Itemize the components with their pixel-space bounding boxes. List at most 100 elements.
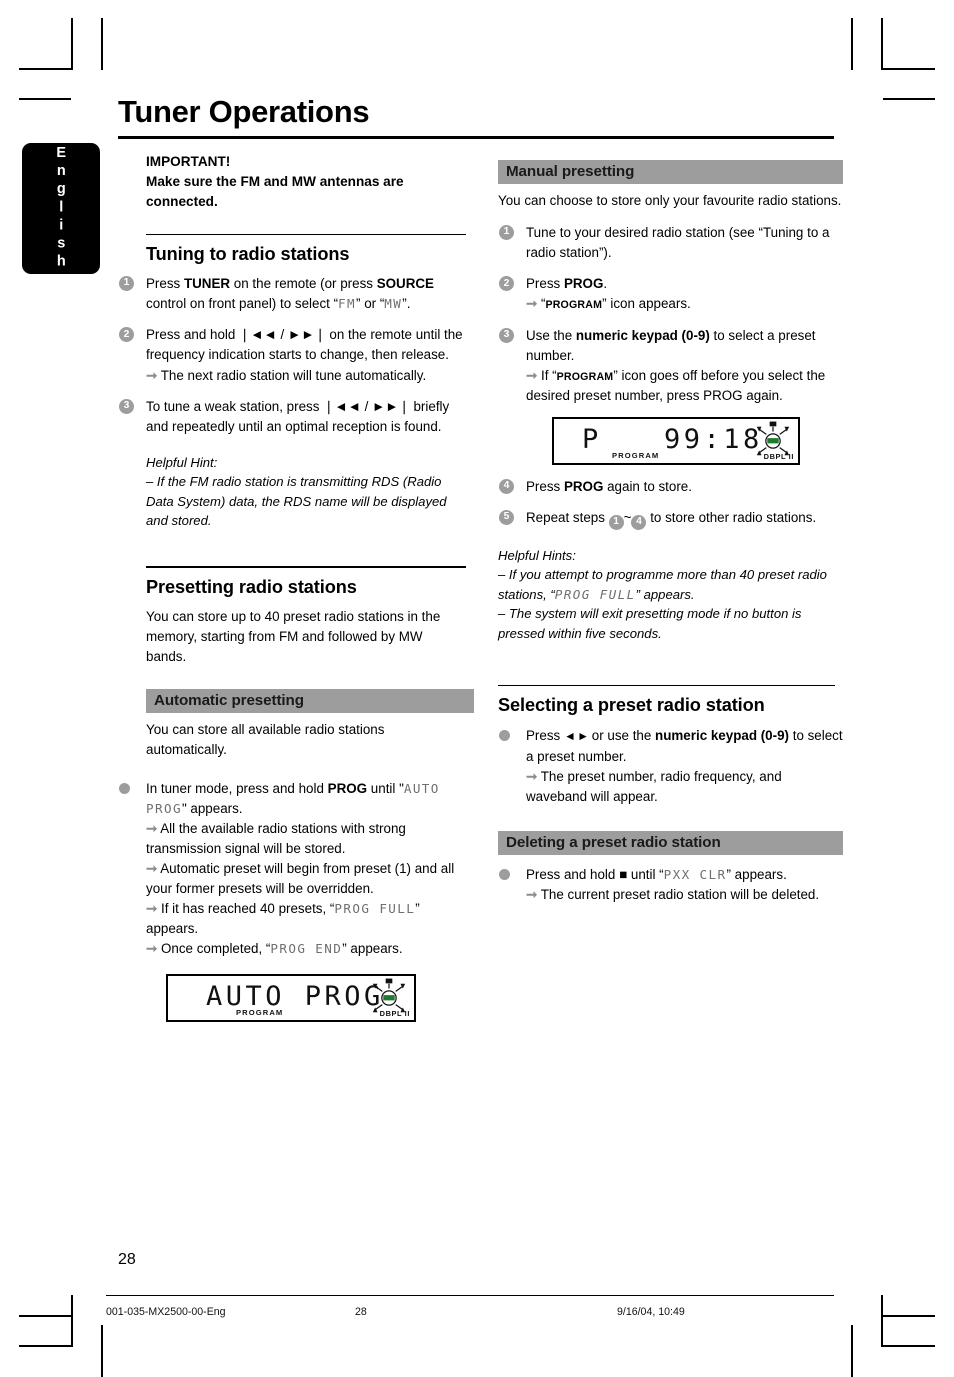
- important-line-2: Make sure the FM and MW antennas are: [146, 173, 404, 189]
- step-number-badge: 1: [499, 225, 514, 241]
- heading-tuning-to-radio-stations: Tuning to radio stations: [146, 244, 350, 265]
- result-text: The current preset radio station will be…: [540, 887, 820, 903]
- step-text-post: ”.: [402, 296, 411, 312]
- bullet-selecting-preset: Press ◄ ► or use the numeric keypad (0-9…: [498, 726, 846, 806]
- crop-mark-top-left-inner: [101, 18, 103, 70]
- step-text-mid1: on the remote (or press: [230, 276, 377, 292]
- bullet-marker-icon: [499, 730, 510, 742]
- crop-mark-bottom-left-v: [71, 1295, 73, 1347]
- crop-mark-top-right-inner: [851, 18, 853, 70]
- bold-numeric-keypad: numeric keypad (0-9): [655, 728, 789, 744]
- crop-mark-bottom-left-inner-h: [19, 1315, 71, 1317]
- result-arrow-icon: ➞: [526, 887, 538, 903]
- bullet-text: In tuner mode, press and hold PROG until…: [146, 781, 454, 957]
- step-tuning-1: 1 Press TUNER on the remote (or press SO…: [118, 274, 466, 314]
- result-arrow-icon: ➞: [146, 820, 158, 836]
- footer-page-number: 28: [355, 1306, 367, 1318]
- manual-page: English Tuner Operations IMPORTANT! Make…: [0, 0, 954, 1377]
- result-arrow-icon: ➞: [146, 860, 158, 876]
- result-text: ” icon appears.: [602, 296, 691, 312]
- bar-heading-manual-presetting: Manual presetting: [498, 160, 843, 184]
- bullet-automatic-preset: In tuner mode, press and hold PROG until…: [118, 779, 466, 960]
- dolby-prologic-label: DBPL II: [379, 1008, 410, 1018]
- crop-mark-top-left-inner-h: [19, 98, 71, 100]
- result-quote-open: If “: [540, 367, 557, 383]
- result-text-2: Automatic preset will begin from preset …: [146, 860, 455, 897]
- hint-1-post: ” appears.: [635, 586, 695, 602]
- hint-title: Helpful Hint:: [146, 454, 218, 470]
- tuning-section-divider: [146, 233, 466, 236]
- bold-prog: PROG: [563, 478, 604, 494]
- important-line-1: IMPORTANT!: [146, 154, 231, 169]
- inline-step-ref-tilde: ~: [623, 510, 632, 526]
- step-text: To tune a weak station, press ❘◄◄ / ►►❘ …: [146, 398, 450, 434]
- result-text-4-post: ” appears.: [342, 941, 403, 957]
- left-column: IMPORTANT! Make sure the FM and MW anten…: [118, 152, 474, 1022]
- lcd-text-prog-end: PROG END: [270, 941, 343, 957]
- lcd-display-figure-auto-prog: AUTO PROG PROGRAM DBPL II: [166, 973, 416, 1022]
- program-icon-label: PROGRAM: [545, 299, 603, 312]
- step-text-pre: Use the: [526, 327, 576, 343]
- result-arrow-icon: ➞: [146, 941, 158, 957]
- result-text: The preset number, radio frequency, and …: [526, 768, 782, 804]
- step-number-badge: 3: [119, 398, 134, 414]
- crop-mark-top-right-inner-h: [883, 98, 935, 100]
- stop-button-icon: ■: [619, 866, 628, 882]
- crop-mark-bottom-right-inner-h: [883, 1315, 935, 1317]
- bar-heading-automatic-presetting: Automatic presetting: [146, 689, 474, 714]
- lcd-display-figure-preset: P 99:18 PROGRAM DBPL II: [552, 416, 800, 465]
- page-number: 28: [118, 1251, 136, 1268]
- step-text: Repeat steps 1 ~4 to store other radio st…: [526, 510, 816, 530]
- step-manual-5: 5 Repeat steps 1 ~4 to store other radio …: [498, 508, 846, 530]
- step-text-pre: Repeat steps: [526, 510, 609, 526]
- heading-presetting-radio-stations: Presetting radio stations: [146, 576, 357, 597]
- language-tab: English: [22, 143, 100, 274]
- result-text-3-pre: If it has reached 40 presets, “: [160, 901, 335, 917]
- crop-mark-top-right-h: [883, 68, 935, 70]
- title-divider: [118, 136, 834, 139]
- crop-mark-top-left-h: [19, 68, 71, 70]
- result-text-1: All the available radio stations with st…: [146, 820, 406, 856]
- bullet-text-post: ” appears.: [726, 866, 787, 882]
- step-number-badge: 2: [499, 276, 514, 292]
- bullet-text-pre: In tuner mode, press and hold: [146, 780, 328, 796]
- crop-mark-bottom-right-h: [883, 1345, 935, 1347]
- bullet-deleting-preset: Press and hold ■ until “PXX CLR” appears…: [498, 865, 846, 905]
- step-text: Use the numeric keypad (0-9) to select a…: [526, 328, 825, 403]
- step-tuning-2: 2 Press and hold ❘◄◄ / ►►❘ on the remote…: [118, 325, 466, 385]
- step-manual-4: 4 Press PROG again to store.: [498, 477, 846, 497]
- footer-timestamp: 9/16/04, 10:49: [617, 1306, 685, 1318]
- step-text: Press TUNER on the remote (or press SOUR…: [146, 276, 434, 311]
- bold-numeric-keypad: numeric keypad (0-9): [575, 327, 710, 343]
- lcd-text-mw: MW: [384, 296, 403, 312]
- bullet-text-post: " appears.: [181, 800, 243, 816]
- program-icon-label: PROGRAM: [556, 370, 614, 383]
- hint-body: – If the FM radio station is transmittin…: [146, 474, 447, 529]
- step-manual-2: 2 Press PROG. ➞ “PROGRAM” icon appears.: [498, 274, 846, 314]
- step-result-text: The next radio station will tune automat…: [160, 367, 427, 383]
- step-number-badge: 3: [499, 327, 514, 343]
- crop-mark-bottom-left-h: [19, 1345, 71, 1347]
- dolby-prologic-label: DBPL II: [763, 451, 794, 461]
- step-number-badge: 4: [499, 478, 514, 494]
- hints-title: Helpful Hints:: [498, 547, 576, 563]
- bullet-text-mid: until ": [367, 780, 404, 796]
- bold-source: SOURCE: [376, 276, 434, 292]
- bullet-text-pre: Press: [526, 728, 564, 744]
- step-number-badge: 1: [119, 276, 134, 292]
- manual-body-text: You can choose to store only your favour…: [498, 193, 842, 208]
- lcd-program-indicator-label: PROGRAM: [612, 450, 660, 460]
- step-text: Press PROG again to store.: [526, 479, 692, 494]
- bullet-text-mid: or use the: [588, 728, 656, 744]
- step-text-mid3: ” or “: [356, 296, 385, 312]
- lcd-segment-text: AUTO PROG: [206, 980, 384, 1012]
- bold-prog: PROG: [327, 780, 368, 796]
- result-arrow-icon: ➞: [146, 367, 158, 383]
- step-text-post: again to store.: [603, 478, 692, 494]
- presetting-body-text: You can store up to 40 preset radio stat…: [146, 608, 441, 665]
- nav-left-right-icon: ◄ ►: [563, 729, 589, 744]
- bar-heading-deleting-preset-radio-station: Deleting a preset radio station: [498, 830, 843, 855]
- step-manual-1: 1 Tune to your desired radio station (se…: [498, 223, 846, 263]
- inline-step-ref-to: 4: [631, 514, 647, 530]
- lcd-segment-preset-letter: P: [582, 423, 602, 455]
